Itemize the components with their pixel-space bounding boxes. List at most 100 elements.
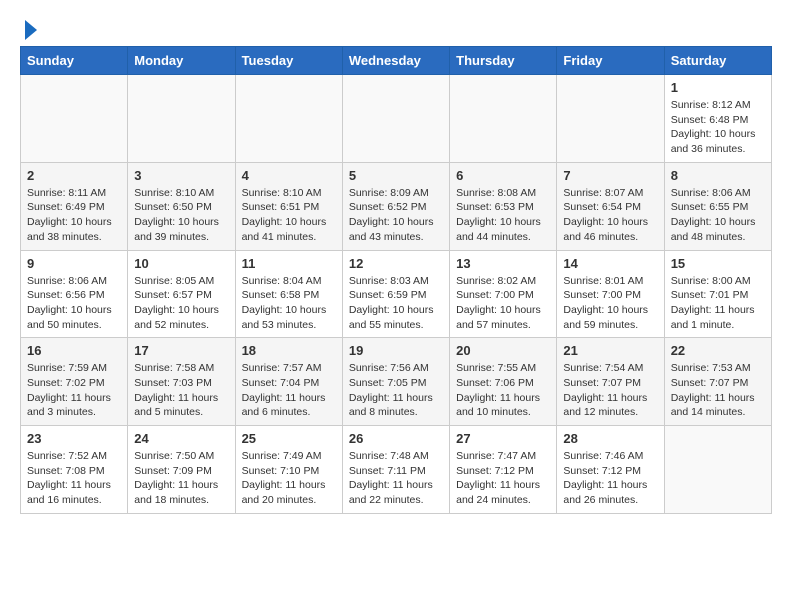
calendar-day-cell: 17 Sunrise: 7:58 AM Sunset: 7:03 PM Dayli… (128, 338, 235, 426)
calendar-day-cell (21, 75, 128, 163)
weekday-header-saturday: Saturday (664, 47, 771, 75)
weekday-header-sunday: Sunday (21, 47, 128, 75)
weekday-header-wednesday: Wednesday (342, 47, 449, 75)
day-info: Sunrise: 7:50 AM Sunset: 7:09 PM Dayligh… (134, 449, 228, 508)
day-number: 25 (242, 431, 336, 446)
day-number: 22 (671, 343, 765, 358)
calendar-day-cell: 20 Sunrise: 7:55 AM Sunset: 7:06 PM Dayli… (450, 338, 557, 426)
calendar-week-4: 16 Sunrise: 7:59 AM Sunset: 7:02 PM Dayli… (21, 338, 772, 426)
day-info: Sunrise: 8:03 AM Sunset: 6:59 PM Dayligh… (349, 274, 443, 333)
calendar-day-cell: 2 Sunrise: 8:11 AM Sunset: 6:49 PM Daylig… (21, 162, 128, 250)
calendar-day-cell: 19 Sunrise: 7:56 AM Sunset: 7:05 PM Dayli… (342, 338, 449, 426)
day-info: Sunrise: 7:46 AM Sunset: 7:12 PM Dayligh… (563, 449, 657, 508)
weekday-header-row: SundayMondayTuesdayWednesdayThursdayFrid… (21, 47, 772, 75)
day-info: Sunrise: 7:57 AM Sunset: 7:04 PM Dayligh… (242, 361, 336, 420)
day-info: Sunrise: 7:47 AM Sunset: 7:12 PM Dayligh… (456, 449, 550, 508)
day-info: Sunrise: 7:54 AM Sunset: 7:07 PM Dayligh… (563, 361, 657, 420)
calendar-table: SundayMondayTuesdayWednesdayThursdayFrid… (20, 46, 772, 514)
day-info: Sunrise: 8:08 AM Sunset: 6:53 PM Dayligh… (456, 186, 550, 245)
calendar-day-cell: 11 Sunrise: 8:04 AM Sunset: 6:58 PM Dayli… (235, 250, 342, 338)
day-number: 18 (242, 343, 336, 358)
day-number: 19 (349, 343, 443, 358)
calendar-day-cell: 6 Sunrise: 8:08 AM Sunset: 6:53 PM Daylig… (450, 162, 557, 250)
calendar-day-cell: 12 Sunrise: 8:03 AM Sunset: 6:59 PM Dayli… (342, 250, 449, 338)
day-info: Sunrise: 7:59 AM Sunset: 7:02 PM Dayligh… (27, 361, 121, 420)
calendar-day-cell: 10 Sunrise: 8:05 AM Sunset: 6:57 PM Dayli… (128, 250, 235, 338)
calendar-week-1: 1 Sunrise: 8:12 AM Sunset: 6:48 PM Daylig… (21, 75, 772, 163)
calendar-day-cell (128, 75, 235, 163)
day-number: 20 (456, 343, 550, 358)
day-number: 13 (456, 256, 550, 271)
calendar-day-cell: 23 Sunrise: 7:52 AM Sunset: 7:08 PM Dayli… (21, 426, 128, 514)
calendar-day-cell: 13Sunrise: 8:02 AM Sunset: 7:00 PM Dayli… (450, 250, 557, 338)
calendar-week-3: 9 Sunrise: 8:06 AM Sunset: 6:56 PM Daylig… (21, 250, 772, 338)
day-info: Sunrise: 8:00 AM Sunset: 7:01 PM Dayligh… (671, 274, 765, 333)
calendar-day-cell: 5 Sunrise: 8:09 AM Sunset: 6:52 PM Daylig… (342, 162, 449, 250)
day-info: Sunrise: 8:11 AM Sunset: 6:49 PM Dayligh… (27, 186, 121, 245)
page-header (20, 20, 772, 36)
calendar-day-cell: 14 Sunrise: 8:01 AM Sunset: 7:00 PM Dayli… (557, 250, 664, 338)
calendar-day-cell: 26 Sunrise: 7:48 AM Sunset: 7:11 PM Dayli… (342, 426, 449, 514)
day-number: 23 (27, 431, 121, 446)
calendar-week-2: 2 Sunrise: 8:11 AM Sunset: 6:49 PM Daylig… (21, 162, 772, 250)
day-number: 27 (456, 431, 550, 446)
logo-triangle-icon (25, 20, 37, 40)
day-info: Sunrise: 7:49 AM Sunset: 7:10 PM Dayligh… (242, 449, 336, 508)
calendar-day-cell: 25 Sunrise: 7:49 AM Sunset: 7:10 PM Dayli… (235, 426, 342, 514)
calendar-day-cell: 8Sunrise: 8:06 AM Sunset: 6:55 PM Daylig… (664, 162, 771, 250)
calendar-day-cell: 27 Sunrise: 7:47 AM Sunset: 7:12 PM Dayli… (450, 426, 557, 514)
calendar-day-cell (664, 426, 771, 514)
day-info: Sunrise: 7:56 AM Sunset: 7:05 PM Dayligh… (349, 361, 443, 420)
day-number: 2 (27, 168, 121, 183)
day-number: 17 (134, 343, 228, 358)
calendar-day-cell (342, 75, 449, 163)
day-number: 4 (242, 168, 336, 183)
day-number: 6 (456, 168, 550, 183)
day-number: 16 (27, 343, 121, 358)
day-number: 3 (134, 168, 228, 183)
weekday-header-thursday: Thursday (450, 47, 557, 75)
day-info: Sunrise: 8:06 AM Sunset: 6:56 PM Dayligh… (27, 274, 121, 333)
day-info: Sunrise: 8:04 AM Sunset: 6:58 PM Dayligh… (242, 274, 336, 333)
day-number: 7 (563, 168, 657, 183)
day-info: Sunrise: 8:12 AM Sunset: 6:48 PM Dayligh… (671, 98, 765, 157)
day-number: 9 (27, 256, 121, 271)
logo (20, 20, 37, 36)
day-info: Sunrise: 8:09 AM Sunset: 6:52 PM Dayligh… (349, 186, 443, 245)
day-info: Sunrise: 8:10 AM Sunset: 6:51 PM Dayligh… (242, 186, 336, 245)
day-info: Sunrise: 7:53 AM Sunset: 7:07 PM Dayligh… (671, 361, 765, 420)
day-number: 15 (671, 256, 765, 271)
calendar-day-cell: 16 Sunrise: 7:59 AM Sunset: 7:02 PM Dayli… (21, 338, 128, 426)
day-info: Sunrise: 8:07 AM Sunset: 6:54 PM Dayligh… (563, 186, 657, 245)
day-number: 21 (563, 343, 657, 358)
day-number: 10 (134, 256, 228, 271)
calendar-day-cell (450, 75, 557, 163)
weekday-header-tuesday: Tuesday (235, 47, 342, 75)
day-info: Sunrise: 8:05 AM Sunset: 6:57 PM Dayligh… (134, 274, 228, 333)
calendar-day-cell: 3 Sunrise: 8:10 AM Sunset: 6:50 PM Daylig… (128, 162, 235, 250)
day-number: 24 (134, 431, 228, 446)
day-info: Sunrise: 7:52 AM Sunset: 7:08 PM Dayligh… (27, 449, 121, 508)
calendar-day-cell: 4 Sunrise: 8:10 AM Sunset: 6:51 PM Daylig… (235, 162, 342, 250)
day-number: 11 (242, 256, 336, 271)
weekday-header-friday: Friday (557, 47, 664, 75)
calendar-week-5: 23 Sunrise: 7:52 AM Sunset: 7:08 PM Dayli… (21, 426, 772, 514)
calendar-day-cell: 24 Sunrise: 7:50 AM Sunset: 7:09 PM Dayli… (128, 426, 235, 514)
calendar-day-cell (235, 75, 342, 163)
day-info: Sunrise: 8:10 AM Sunset: 6:50 PM Dayligh… (134, 186, 228, 245)
day-info: Sunrise: 8:01 AM Sunset: 7:00 PM Dayligh… (563, 274, 657, 333)
day-info: Sunrise: 7:48 AM Sunset: 7:11 PM Dayligh… (349, 449, 443, 508)
day-number: 5 (349, 168, 443, 183)
day-info: Sunrise: 7:58 AM Sunset: 7:03 PM Dayligh… (134, 361, 228, 420)
day-number: 26 (349, 431, 443, 446)
day-number: 14 (563, 256, 657, 271)
calendar-day-cell: 22 Sunrise: 7:53 AM Sunset: 7:07 PM Dayli… (664, 338, 771, 426)
day-info: Sunrise: 7:55 AM Sunset: 7:06 PM Dayligh… (456, 361, 550, 420)
calendar-day-cell: 15 Sunrise: 8:00 AM Sunset: 7:01 PM Dayli… (664, 250, 771, 338)
calendar-day-cell: 9 Sunrise: 8:06 AM Sunset: 6:56 PM Daylig… (21, 250, 128, 338)
day-number: 1 (671, 80, 765, 95)
calendar-day-cell: 28Sunrise: 7:46 AM Sunset: 7:12 PM Dayli… (557, 426, 664, 514)
weekday-header-monday: Monday (128, 47, 235, 75)
day-info: Sunrise: 8:06 AM Sunset: 6:55 PM Dayligh… (671, 186, 765, 245)
day-number: 12 (349, 256, 443, 271)
